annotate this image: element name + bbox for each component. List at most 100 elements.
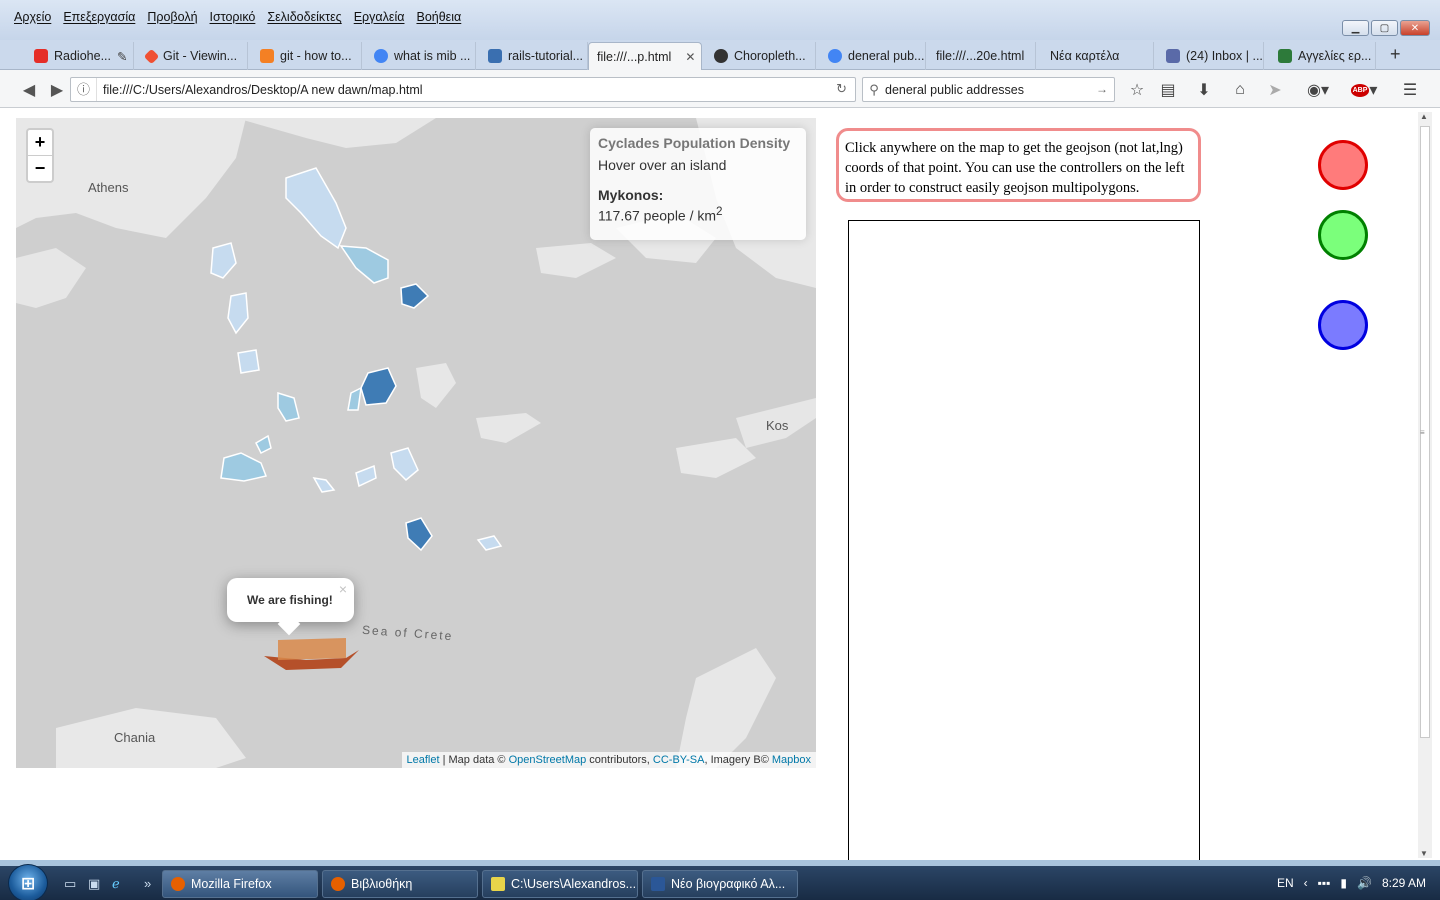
- maximize-button[interactable]: ▢: [1371, 20, 1398, 36]
- forward-button[interactable]: ▶: [46, 79, 68, 101]
- tab-aggelies[interactable]: Αγγελίες ερ...: [1270, 42, 1376, 70]
- menu-bookmarks[interactable]: Σελιδοδείκτες: [261, 10, 347, 24]
- antiparos-island[interactable]: [347, 386, 362, 411]
- vertical-scrollbar[interactable]: ▲ ≡ ▼: [1418, 112, 1432, 858]
- tab-file-20e[interactable]: file:///...20e.html: [928, 42, 1036, 70]
- coordinates-output-box[interactable]: [848, 220, 1200, 860]
- menu-tools[interactable]: Εργαλεία: [348, 10, 411, 24]
- search-go-icon[interactable]: →: [1096, 82, 1108, 96]
- menu-history[interactable]: Ιστορικό: [204, 10, 262, 24]
- hamburger-menu-icon[interactable]: ☰: [1399, 79, 1421, 101]
- tab-strip: Radiohe... ✎ Git - Viewin... git - how to…: [0, 40, 1440, 70]
- search-input[interactable]: [885, 82, 1085, 97]
- tab-what-is-mib[interactable]: what is mib ...: [366, 42, 476, 70]
- explorer-icon[interactable]: ▣: [88, 876, 100, 892]
- attrib-text: | Map data ©: [439, 754, 509, 766]
- menu-file[interactable]: Αρχείο: [8, 10, 57, 24]
- tray-expand-icon[interactable]: ‹: [1304, 876, 1308, 890]
- ios-island[interactable]: [390, 447, 419, 482]
- tab-map-html[interactable]: file:///...p.html ✕: [588, 42, 702, 70]
- reload-icon[interactable]: ↻: [836, 81, 847, 97]
- adblock-icon[interactable]: ABP ▾: [1347, 79, 1381, 101]
- kea-island[interactable]: [210, 242, 237, 279]
- green-polygon-controller[interactable]: [1318, 210, 1368, 260]
- attrib-text: , Imagery B©: [704, 754, 772, 766]
- scroll-down-icon[interactable]: ▼: [1420, 849, 1428, 858]
- tab-deneral-public[interactable]: deneral pub...: [820, 42, 926, 70]
- menu-help[interactable]: Βοήθεια: [410, 10, 467, 24]
- taskbar-word-document[interactable]: Νέο βιογραφικό Αλ...: [642, 870, 798, 898]
- blue-polygon-controller[interactable]: [1318, 300, 1368, 350]
- tab-choropleth[interactable]: Choropleth...: [706, 42, 816, 70]
- url-input[interactable]: [97, 82, 797, 97]
- ie-icon[interactable]: ℯ: [112, 876, 120, 892]
- kythnos-island[interactable]: [227, 292, 249, 335]
- sikinos-island[interactable]: [355, 464, 377, 488]
- santorini-island[interactable]: [405, 517, 433, 552]
- show-desktop-icon[interactable]: ▭: [64, 876, 76, 892]
- anafi-island[interactable]: [476, 535, 503, 551]
- volume-icon[interactable]: 🔊: [1357, 876, 1372, 890]
- taskbar-library[interactable]: Βιβλιοθήκη: [322, 870, 478, 898]
- polyaigos-island[interactable]: [312, 477, 336, 493]
- github-icon: [714, 49, 728, 63]
- search-bar: ⚲ →: [862, 77, 1115, 102]
- tab-inbox[interactable]: (24) Inbox | ...: [1158, 42, 1264, 70]
- milos-island[interactable]: [220, 452, 268, 482]
- leaflet-link[interactable]: Leaflet: [407, 754, 440, 766]
- tab-git-viewing[interactable]: Git - Viewin...: [138, 42, 248, 70]
- task-label: Βιβλιοθήκη: [351, 877, 413, 891]
- tab-rails-tutorial[interactable]: rails-tutorial...: [480, 42, 588, 70]
- instructions-box: Click anywhere on the map to get the geo…: [836, 128, 1201, 202]
- word-icon: [651, 877, 665, 891]
- taskbar-firefox[interactable]: Mozilla Firefox: [162, 870, 318, 898]
- zoom-out-button[interactable]: −: [28, 156, 52, 182]
- info-density: 117.67 people / km2: [598, 205, 798, 224]
- license-link[interactable]: CC-BY-SA: [653, 754, 705, 766]
- mykonos-island[interactable]: [400, 283, 430, 309]
- taskbar-explorer-folder[interactable]: C:\Users\Alexandros...: [482, 870, 638, 898]
- red-polygon-controller[interactable]: [1318, 140, 1368, 190]
- site-info-icon[interactable]: ⓘ: [71, 78, 97, 101]
- osm-link[interactable]: OpenStreetMap: [509, 754, 587, 766]
- kimolos-island[interactable]: [255, 434, 272, 455]
- back-button[interactable]: ◀: [18, 79, 40, 101]
- tinos-island[interactable]: [339, 245, 389, 284]
- youtube-icon: [34, 49, 48, 63]
- downloads-icon[interactable]: ⬇: [1193, 79, 1215, 101]
- leaflet-map[interactable]: + − Athens Kos Chania Sea of Crete Cycla…: [16, 118, 816, 768]
- bookmark-star-icon[interactable]: ☆: [1126, 79, 1148, 101]
- window-titlebar: Αρχείο Επεξεργασία Προβολή Ιστορικό Σελι…: [0, 0, 1440, 40]
- astypalea-land: [676, 438, 756, 478]
- sifnos-island[interactable]: [277, 391, 300, 422]
- addon-menu-icon[interactable]: ◉▾: [1301, 79, 1335, 101]
- reading-list-icon[interactable]: ▤: [1157, 79, 1179, 101]
- network-icon[interactable]: ▮: [1340, 876, 1347, 890]
- tab-radiohead[interactable]: Radiohe... ✎: [26, 42, 134, 70]
- tab-new-tab[interactable]: Νέα καρτέλα: [1042, 42, 1154, 70]
- menu-edit[interactable]: Επεξεργασία: [57, 10, 141, 24]
- share-icon[interactable]: ➤: [1264, 79, 1286, 101]
- mapbox-link[interactable]: Mapbox: [772, 754, 811, 766]
- tab-label: Αγγελίες ερ...: [1298, 49, 1372, 63]
- tab-close-icon[interactable]: ✕: [685, 50, 695, 64]
- clock[interactable]: 8:29 AM: [1382, 876, 1426, 890]
- paros-island[interactable]: [360, 367, 397, 406]
- andros-island[interactable]: [285, 167, 347, 250]
- serifos-island[interactable]: [237, 349, 260, 374]
- more-quicklaunch-icon[interactable]: »: [144, 876, 151, 891]
- tab-git-how-to[interactable]: git - how to...: [252, 42, 362, 70]
- popup-close-button[interactable]: ×: [339, 581, 347, 597]
- scroll-up-icon[interactable]: ▲: [1420, 112, 1428, 121]
- close-window-button[interactable]: ✕: [1400, 20, 1430, 36]
- start-button[interactable]: ⊞: [8, 864, 48, 900]
- tray-apps-icon[interactable]: ▪▪▪: [1318, 876, 1331, 890]
- home-icon[interactable]: ⌂: [1229, 79, 1251, 101]
- language-indicator[interactable]: EN: [1277, 876, 1294, 890]
- menu-view[interactable]: Προβολή: [141, 10, 203, 24]
- zoom-in-button[interactable]: +: [28, 130, 52, 156]
- tab-label: Νέα καρτέλα: [1050, 49, 1120, 63]
- scroll-grip-icon: ≡: [1420, 428, 1425, 437]
- minimize-button[interactable]: ▁: [1342, 20, 1369, 36]
- new-tab-button[interactable]: +: [1390, 44, 1401, 65]
